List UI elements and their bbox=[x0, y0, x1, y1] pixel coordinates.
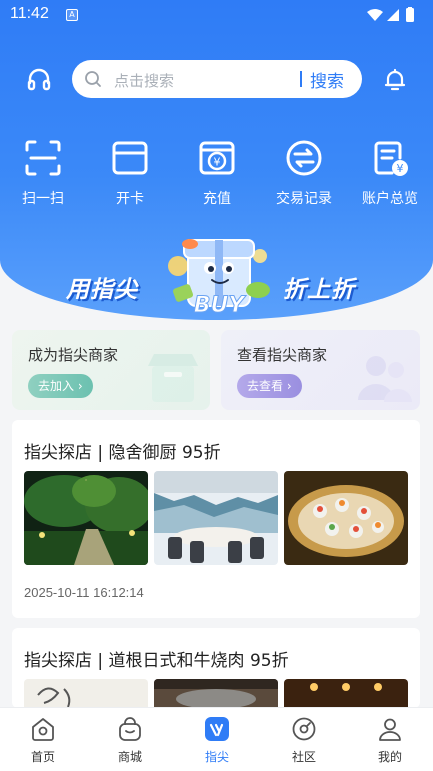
view-button[interactable]: 去查看 › bbox=[237, 374, 302, 398]
calligraphy-photo[interactable] bbox=[24, 679, 148, 708]
feed-image-row bbox=[24, 679, 408, 708]
quick-action-account-overview[interactable]: ¥ 账户总览 bbox=[347, 138, 433, 212]
profile-icon bbox=[379, 718, 401, 741]
bottom-tab-bar: 首页 商城 指尖 社区 我的 bbox=[0, 707, 433, 771]
tab-fingertip[interactable]: 指尖 bbox=[174, 716, 260, 771]
restaurant-interior-photo[interactable] bbox=[284, 679, 408, 708]
bell-icon[interactable] bbox=[382, 67, 408, 93]
transaction-icon bbox=[286, 140, 322, 176]
promo-banner[interactable]: 用指尖 BUY 折上折 bbox=[0, 222, 433, 320]
search-icon bbox=[85, 71, 101, 87]
tab-label: 商城 bbox=[117, 750, 142, 764]
status-bar: 11:42 A bbox=[0, 0, 433, 30]
quick-action-open-card[interactable]: 开卡 bbox=[87, 138, 173, 212]
feed-image-row: · bbox=[24, 471, 408, 565]
shop-bag-icon bbox=[119, 717, 141, 741]
quick-action-recharge[interactable]: ¥ 充值 bbox=[174, 138, 260, 212]
scan-icon bbox=[25, 140, 61, 176]
shop-icon bbox=[148, 354, 198, 402]
sushi-platter-photo[interactable] bbox=[284, 471, 408, 565]
community-icon bbox=[292, 717, 316, 741]
quick-actions: 扫一扫 开卡 ¥ 充值 交易记录 ¥ 账户总览 bbox=[0, 138, 433, 212]
tab-shop[interactable]: 商城 bbox=[87, 716, 173, 771]
banner-right-text: 折上折 bbox=[283, 277, 355, 303]
signal-battery-icon bbox=[367, 7, 414, 22]
card-icon bbox=[112, 141, 148, 175]
banner-left-text: 用指尖 bbox=[66, 277, 138, 303]
fingertip-icon bbox=[205, 717, 229, 741]
tab-label: 首页 bbox=[30, 750, 55, 764]
feed-card-title: 指尖探店 | 道根日式和牛烧肉 95折 bbox=[24, 651, 289, 671]
quick-action-label: 扫一扫 bbox=[22, 191, 64, 207]
top-bar: 点击搜索 搜索 bbox=[0, 58, 433, 102]
quick-action-label: 交易记录 bbox=[276, 191, 332, 207]
quick-action-label: 开卡 bbox=[116, 191, 144, 207]
gift-box-illustration: BUY bbox=[168, 239, 270, 319]
svg-text:¥: ¥ bbox=[397, 162, 404, 175]
tab-community[interactable]: 社区 bbox=[261, 716, 347, 771]
search-input[interactable]: 点击搜索 bbox=[114, 70, 174, 91]
search-button[interactable]: 搜索 bbox=[310, 67, 344, 92]
quick-action-scan[interactable]: 扫一扫 bbox=[0, 138, 86, 212]
merchant-card-join[interactable]: 成为指尖商家 去加入 › bbox=[12, 330, 210, 410]
tab-profile[interactable]: 我的 bbox=[347, 716, 433, 771]
grill-table-photo[interactable] bbox=[154, 679, 278, 708]
merchant-card-title: 成为指尖商家 bbox=[28, 346, 119, 364]
tab-label: 指尖 bbox=[204, 750, 229, 764]
recharge-icon: ¥ bbox=[199, 141, 235, 175]
search-divider bbox=[300, 71, 302, 87]
account-overview-icon: ¥ bbox=[374, 141, 408, 176]
status-indicator: A bbox=[66, 9, 78, 21]
quick-action-label: 充值 bbox=[203, 191, 231, 207]
search-bar[interactable]: 点击搜索 搜索 bbox=[72, 60, 362, 98]
people-icon bbox=[358, 356, 412, 402]
svg-text:·: · bbox=[85, 476, 88, 485]
quick-action-transactions[interactable]: 交易记录 bbox=[261, 138, 347, 212]
merchant-card-title: 查看指尖商家 bbox=[237, 346, 328, 364]
join-button[interactable]: 去加入 › bbox=[28, 374, 93, 398]
status-time: 11:42 bbox=[10, 5, 49, 22]
tab-label: 我的 bbox=[377, 750, 402, 764]
feed-card[interactable]: 指尖探店 | 隐舍御厨 95折 · 2025-10-11 16:12:14 bbox=[12, 420, 420, 618]
feed-card-time: 2025-10-11 16:12:14 bbox=[24, 585, 144, 600]
quick-action-label: 账户总览 bbox=[362, 191, 418, 207]
svg-text:¥: ¥ bbox=[214, 156, 221, 169]
home-icon bbox=[32, 718, 54, 741]
feed-card[interactable]: 指尖探店 | 道根日式和牛烧肉 95折 bbox=[12, 628, 420, 708]
garden-night-photo[interactable]: · bbox=[24, 471, 148, 565]
tab-label: 社区 bbox=[291, 750, 316, 764]
tab-home[interactable]: 首页 bbox=[0, 716, 86, 771]
merchant-card-view[interactable]: 查看指尖商家 去查看 › bbox=[221, 330, 420, 410]
banquet-room-photo[interactable] bbox=[154, 471, 278, 565]
headset-icon[interactable] bbox=[26, 67, 52, 93]
header-hero: 11:42 A 点击搜索 搜索 扫一扫 开卡 ¥ 充值 交易记录 ¥ 账户总览 … bbox=[0, 0, 433, 320]
feed-card-title: 指尖探店 | 隐舍御厨 95折 bbox=[24, 443, 221, 463]
banner-badge-text: BUY bbox=[194, 293, 247, 318]
